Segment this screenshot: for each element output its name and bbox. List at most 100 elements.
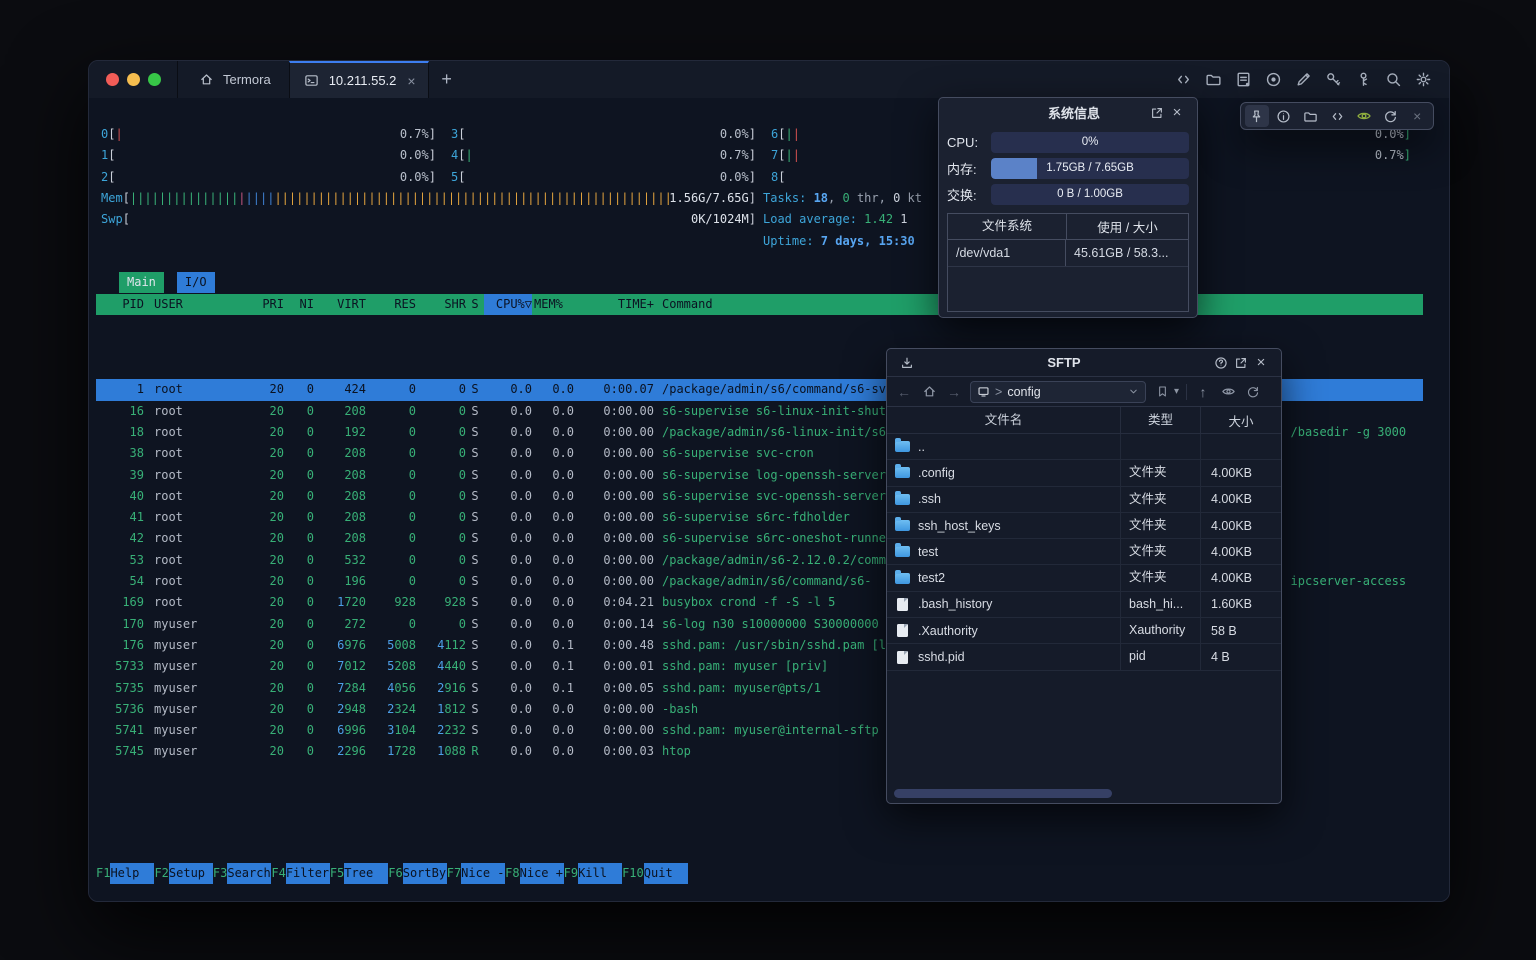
- pin-icon[interactable]: [1245, 105, 1269, 127]
- column-header-size[interactable]: 大小: [1201, 411, 1281, 430]
- file-type: 文件夹: [1121, 513, 1201, 538]
- traffic-lights: [89, 61, 177, 98]
- column-header-res[interactable]: RES: [366, 294, 416, 315]
- new-tab-button[interactable]: +: [429, 61, 465, 98]
- back-icon[interactable]: ←: [895, 384, 913, 400]
- fkey-item[interactable]: F9Kill: [564, 863, 622, 884]
- column-header-shr[interactable]: SHR: [416, 294, 466, 315]
- file-type: 文件夹: [1121, 460, 1201, 485]
- fkey-item[interactable]: F2Setup: [154, 863, 212, 884]
- search-icon[interactable]: [1383, 70, 1403, 90]
- tab-close-icon[interactable]: ×: [407, 73, 415, 89]
- file-row[interactable]: ssh_host_keys 文件夹 4.00KB: [887, 513, 1281, 539]
- column-header-pid[interactable]: PID: [96, 294, 144, 315]
- htop-tab-io[interactable]: I/O: [177, 272, 215, 293]
- fkey-bar: F1HelpF2SetupF3SearchF4FilterF5TreeF6Sor…: [96, 863, 1423, 884]
- open-in-window-icon[interactable]: [1147, 103, 1167, 123]
- system-info-panel: 系统信息 × CPU: 0% 内存: 1.75GB / 7.65GB 交换: 0…: [938, 97, 1198, 318]
- close-icon[interactable]: ×: [1167, 103, 1187, 123]
- fkey-item[interactable]: F4Filter: [271, 863, 329, 884]
- keychain-icon[interactable]: [1353, 70, 1373, 90]
- column-header-ni[interactable]: NI: [284, 294, 314, 315]
- record-icon[interactable]: [1263, 70, 1283, 90]
- htop-tab-main[interactable]: Main: [119, 272, 164, 293]
- column-header-time[interactable]: TIME+: [574, 294, 654, 315]
- bookmark-icon[interactable]: [1153, 385, 1171, 398]
- mem-meter: Mem[||||||||||||||||||||||||||||||||||||…: [101, 188, 756, 209]
- settings-gear-icon[interactable]: [1413, 70, 1433, 90]
- file-row[interactable]: test2 文件夹 4.00KB: [887, 565, 1281, 591]
- minimize-window-button[interactable]: [127, 73, 140, 86]
- file-row[interactable]: .Xauthority Xauthority 58 B: [887, 618, 1281, 644]
- close-window-button[interactable]: [106, 73, 119, 86]
- chevron-down-icon[interactable]: [1128, 386, 1139, 397]
- htop-view-tabs: Main I/O: [119, 272, 215, 293]
- column-header-cpu-sorted[interactable]: CPU%▽: [484, 294, 532, 315]
- refresh-icon[interactable]: [1244, 385, 1262, 399]
- file-row[interactable]: .bash_history bash_hi... 1.60KB: [887, 592, 1281, 618]
- column-header-s[interactable]: S: [466, 294, 484, 315]
- tab-session[interactable]: 10.211.55.2 ×: [289, 61, 429, 98]
- file-row[interactable]: .config 文件夹 4.00KB: [887, 460, 1281, 486]
- file-row[interactable]: ..: [887, 434, 1281, 460]
- code-icon[interactable]: [1325, 105, 1349, 127]
- swap-meter: Swp[0K/1024M]: [101, 209, 756, 230]
- column-header-user[interactable]: USER: [144, 294, 254, 315]
- forward-icon[interactable]: →: [945, 384, 963, 400]
- horizontal-scrollbar[interactable]: [894, 789, 1112, 798]
- refresh-icon[interactable]: [1379, 105, 1403, 127]
- file-table: .. .config 文件夹 4.00KB .ssh 文件夹 4.00KB ss…: [887, 434, 1281, 671]
- file-type: [1121, 434, 1201, 459]
- file-type: 文件夹: [1121, 539, 1201, 564]
- file-size: 1.60KB: [1201, 597, 1281, 611]
- fkey-item[interactable]: F1Help: [96, 863, 154, 884]
- file-row[interactable]: test 文件夹 4.00KB: [887, 539, 1281, 565]
- show-hidden-eye-icon[interactable]: [1219, 384, 1237, 399]
- file-type-icon: [895, 520, 910, 531]
- path-breadcrumb[interactable]: > config: [970, 381, 1146, 403]
- open-in-window-icon[interactable]: [1231, 353, 1251, 373]
- upload-icon[interactable]: ↑: [1194, 384, 1212, 400]
- uptime-line: Uptime: 7 days, 15:30: [763, 231, 915, 252]
- folder-icon[interactable]: [1298, 105, 1322, 127]
- tab-home[interactable]: Termora: [177, 61, 289, 98]
- zoom-window-button[interactable]: [148, 73, 161, 86]
- tab-session-label: 10.211.55.2: [329, 73, 397, 88]
- file-type-icon: [895, 467, 910, 478]
- cpu-meter-1: 1[0.0%]: [101, 145, 436, 166]
- fkey-item[interactable]: F7Nice -: [447, 863, 505, 884]
- file-type-icon: [895, 573, 910, 584]
- nvidia-icon[interactable]: [1352, 105, 1376, 127]
- code-icon[interactable]: [1173, 70, 1193, 90]
- filesystem-row[interactable]: /dev/vda1 45.61GB / 58.3...: [948, 240, 1188, 267]
- column-header-virt[interactable]: VIRT: [314, 294, 366, 315]
- key-icon[interactable]: [1323, 70, 1343, 90]
- help-icon[interactable]: [1211, 353, 1231, 373]
- fkey-item[interactable]: F5Tree: [330, 863, 388, 884]
- home-icon[interactable]: [920, 384, 938, 399]
- fkey-item[interactable]: F8Nice +: [505, 863, 563, 884]
- file-table-header: 文件名 类型 大小: [887, 407, 1281, 434]
- fkey-item[interactable]: F3Search: [213, 863, 271, 884]
- memory-usage-meter: 内存: 1.75GB / 7.65GB: [947, 158, 1189, 179]
- file-size: 4.00KB: [1201, 519, 1281, 533]
- fkey-item[interactable]: F6SortBy: [388, 863, 446, 884]
- close-icon[interactable]: ×: [1405, 105, 1429, 127]
- file-size: 58 B: [1201, 624, 1281, 638]
- file-type: pid: [1121, 644, 1201, 669]
- notes-icon[interactable]: [1233, 70, 1253, 90]
- file-row[interactable]: sshd.pid pid 4 B: [887, 644, 1281, 670]
- edit-icon[interactable]: [1293, 70, 1313, 90]
- column-header-filename[interactable]: 文件名: [887, 407, 1121, 433]
- column-header-pri[interactable]: PRI: [254, 294, 284, 315]
- download-icon[interactable]: [897, 353, 917, 373]
- info-icon[interactable]: [1272, 105, 1296, 127]
- close-icon[interactable]: ×: [1251, 353, 1271, 373]
- column-header-type[interactable]: 类型: [1121, 407, 1201, 433]
- column-header-mem[interactable]: MEM%: [532, 294, 574, 315]
- bookmark-dropdown-icon[interactable]: ▾: [1174, 386, 1179, 397]
- file-type: Xauthority: [1121, 618, 1201, 643]
- folder-icon[interactable]: [1203, 70, 1223, 90]
- file-row[interactable]: .ssh 文件夹 4.00KB: [887, 487, 1281, 513]
- fkey-item[interactable]: F10Quit: [622, 863, 688, 884]
